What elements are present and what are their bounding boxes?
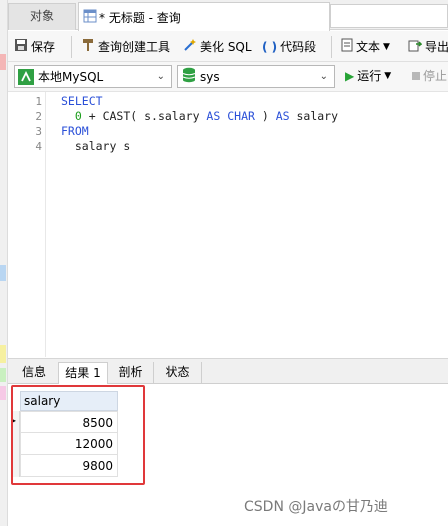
text-label: 文本 <box>356 40 381 54</box>
query-icon <box>83 9 97 26</box>
edge-marker <box>0 368 6 382</box>
toolbar-divider <box>71 36 72 58</box>
text-button[interactable]: 文本 ▼ <box>341 38 390 56</box>
sql-keyword: FROM <box>61 124 89 138</box>
play-icon: ▶ <box>345 69 355 83</box>
export-icon <box>408 38 423 57</box>
query-builder-button[interactable]: 查询创建工具 <box>81 38 170 56</box>
tab-query-label: * 无标题 - 查询 <box>99 11 181 25</box>
code-line-4: salary s <box>61 139 130 153</box>
watermark: CSDN @Javaの甘乃迪 <box>244 499 388 515</box>
tab-area-input[interactable] <box>330 4 448 28</box>
sql-keyword: AS <box>275 109 290 123</box>
highlight-box <box>11 385 145 485</box>
stop-button[interactable]: 停止 <box>412 67 447 85</box>
export-label: 导出 <box>425 40 448 54</box>
beautify-sql-label: 美化 SQL <box>200 40 252 54</box>
export-button[interactable]: 导出 <box>408 38 448 56</box>
run-button[interactable]: ▶ 运行 ▼ <box>345 67 391 85</box>
run-label: 运行 <box>357 69 382 83</box>
chevron-down-icon: ▼ <box>383 42 390 52</box>
sql-expression: + CAST( s.salary <box>81 109 207 123</box>
toolbar-divider <box>331 36 332 58</box>
sql-number: 0 <box>74 109 82 123</box>
connection-value: 本地MySQL <box>38 70 104 84</box>
tab-info[interactable]: 信息 <box>12 362 56 384</box>
sql-table: salary s <box>74 139 131 153</box>
save-icon <box>14 38 28 57</box>
save-label: 保存 <box>31 40 56 54</box>
sql-keyword: CHAR <box>227 109 255 123</box>
database-value: sys <box>200 69 220 84</box>
code-line-1: SELECT <box>61 94 103 108</box>
chevron-down-icon: ▼ <box>384 71 392 81</box>
edge-marker <box>0 265 6 281</box>
brackets-icon: ( ) <box>262 40 278 54</box>
query-builder-label: 查询创建工具 <box>98 40 171 54</box>
left-edge-panel <box>0 0 8 526</box>
chevron-down-icon: ⌄ <box>156 71 165 82</box>
line-number: 3 <box>35 125 42 138</box>
edge-marker <box>0 54 6 70</box>
tab-status[interactable]: 状态 <box>154 362 202 384</box>
code-line-2: 0 + CAST( s.salary AS CHAR ) AS salary <box>61 109 338 123</box>
save-button[interactable]: 保存 <box>14 38 55 56</box>
tab-profile[interactable]: 剖析 <box>108 362 154 384</box>
sql-alias: salary <box>289 109 339 123</box>
chevron-down-icon: ⌄ <box>319 71 328 82</box>
code-line-3: FROM <box>61 124 89 138</box>
line-number: 1 <box>35 95 42 108</box>
code-snippet-label: 代码段 <box>280 40 317 54</box>
connection-select[interactable]: 本地MySQL ⌄ <box>14 65 172 88</box>
hammer-icon <box>81 38 95 57</box>
tab-result[interactable]: 结果 1 <box>58 362 108 384</box>
document-icon <box>341 38 353 57</box>
tab-query[interactable]: * 无标题 - 查询 <box>78 2 330 31</box>
sql-keyword: SELECT <box>61 94 103 108</box>
sql-keyword: AS <box>206 109 221 123</box>
line-number: 2 <box>35 110 42 123</box>
database-icon <box>182 67 196 86</box>
stop-icon <box>412 72 420 80</box>
tab-objects[interactable]: 对象 <box>8 3 76 30</box>
code-snippet-button[interactable]: ( ) 代码段 <box>262 38 316 56</box>
beautify-sql-button[interactable]: 美化 SQL <box>183 38 252 56</box>
stop-label: 停止 <box>423 69 448 83</box>
magic-wand-icon <box>183 38 197 57</box>
database-select[interactable]: sys ⌄ <box>177 65 335 88</box>
line-number: 4 <box>35 140 42 153</box>
edge-marker <box>0 386 6 400</box>
mysql-connection-icon <box>18 68 34 85</box>
edge-marker <box>0 345 6 363</box>
sql-expression: ) <box>254 109 276 123</box>
